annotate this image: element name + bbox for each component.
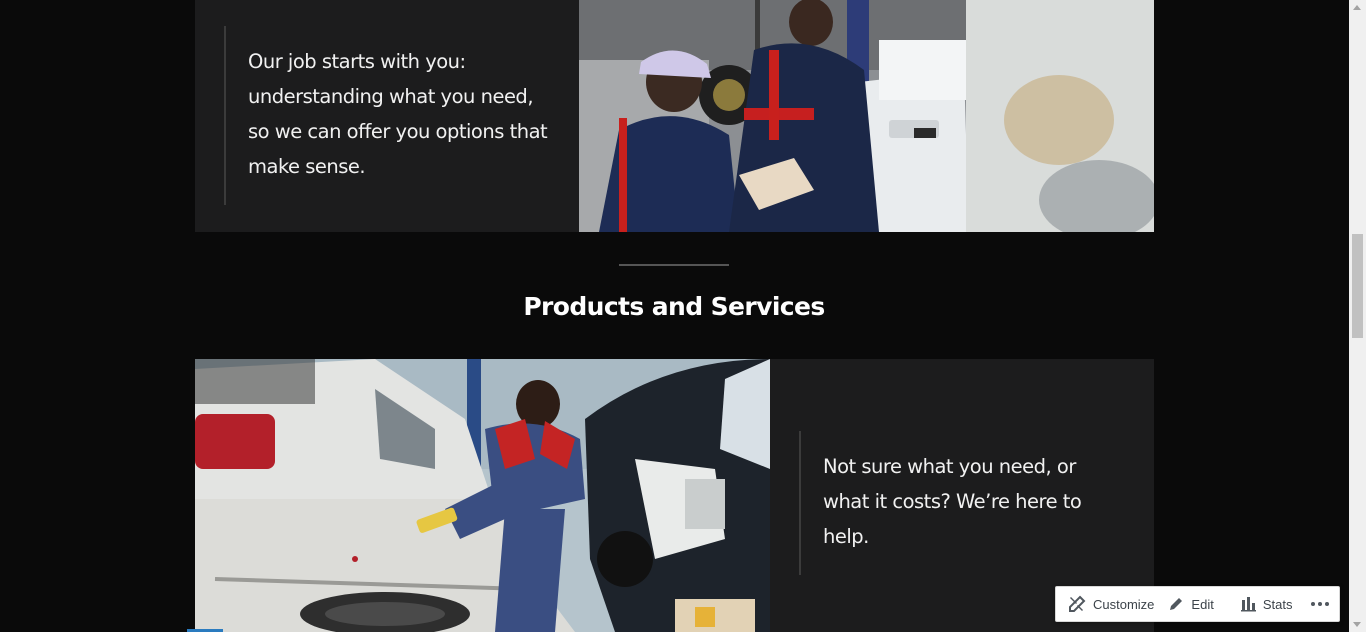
pencil-icon	[1168, 596, 1184, 612]
vertical-scrollbar[interactable]	[1349, 0, 1366, 632]
scroll-up-icon[interactable]	[1353, 5, 1361, 10]
bar-chart-icon	[1240, 596, 1256, 612]
edit-button[interactable]: Edit	[1168, 587, 1214, 621]
quote-border	[799, 431, 801, 575]
admin-toolbar: Customize Edit Stats	[1055, 586, 1340, 622]
scroll-down-icon[interactable]	[1353, 622, 1361, 627]
section-title: Products and Services	[523, 292, 825, 321]
scroll-thumb[interactable]	[1352, 234, 1363, 338]
tools-icon	[1068, 595, 1086, 613]
intro-quote: Our job starts with you: understanding w…	[248, 50, 548, 178]
section-divider	[619, 264, 729, 266]
quote-border	[224, 26, 226, 205]
mechanics-inspecting-car-photo	[579, 0, 1154, 232]
services-block: Not sure what you need, or what it costs…	[195, 359, 1154, 632]
page: Our job starts with you: understanding w…	[0, 0, 1366, 632]
mechanic-repairing-bumper-photo	[195, 359, 770, 632]
stats-label: Stats	[1262, 596, 1293, 612]
customize-label: Customize	[1093, 596, 1155, 612]
intro-block: Our job starts with you: understanding w…	[195, 0, 1154, 232]
edit-label: Edit	[1191, 596, 1214, 612]
customize-button[interactable]: Customize	[1068, 587, 1154, 621]
stats-button[interactable]: Stats	[1240, 587, 1293, 621]
intro-text-panel: Our job starts with you: understanding w…	[195, 0, 579, 232]
services-quote: Not sure what you need, or what it costs…	[823, 455, 1082, 548]
ellipsis-icon	[1310, 601, 1330, 607]
more-button[interactable]	[1310, 587, 1330, 621]
